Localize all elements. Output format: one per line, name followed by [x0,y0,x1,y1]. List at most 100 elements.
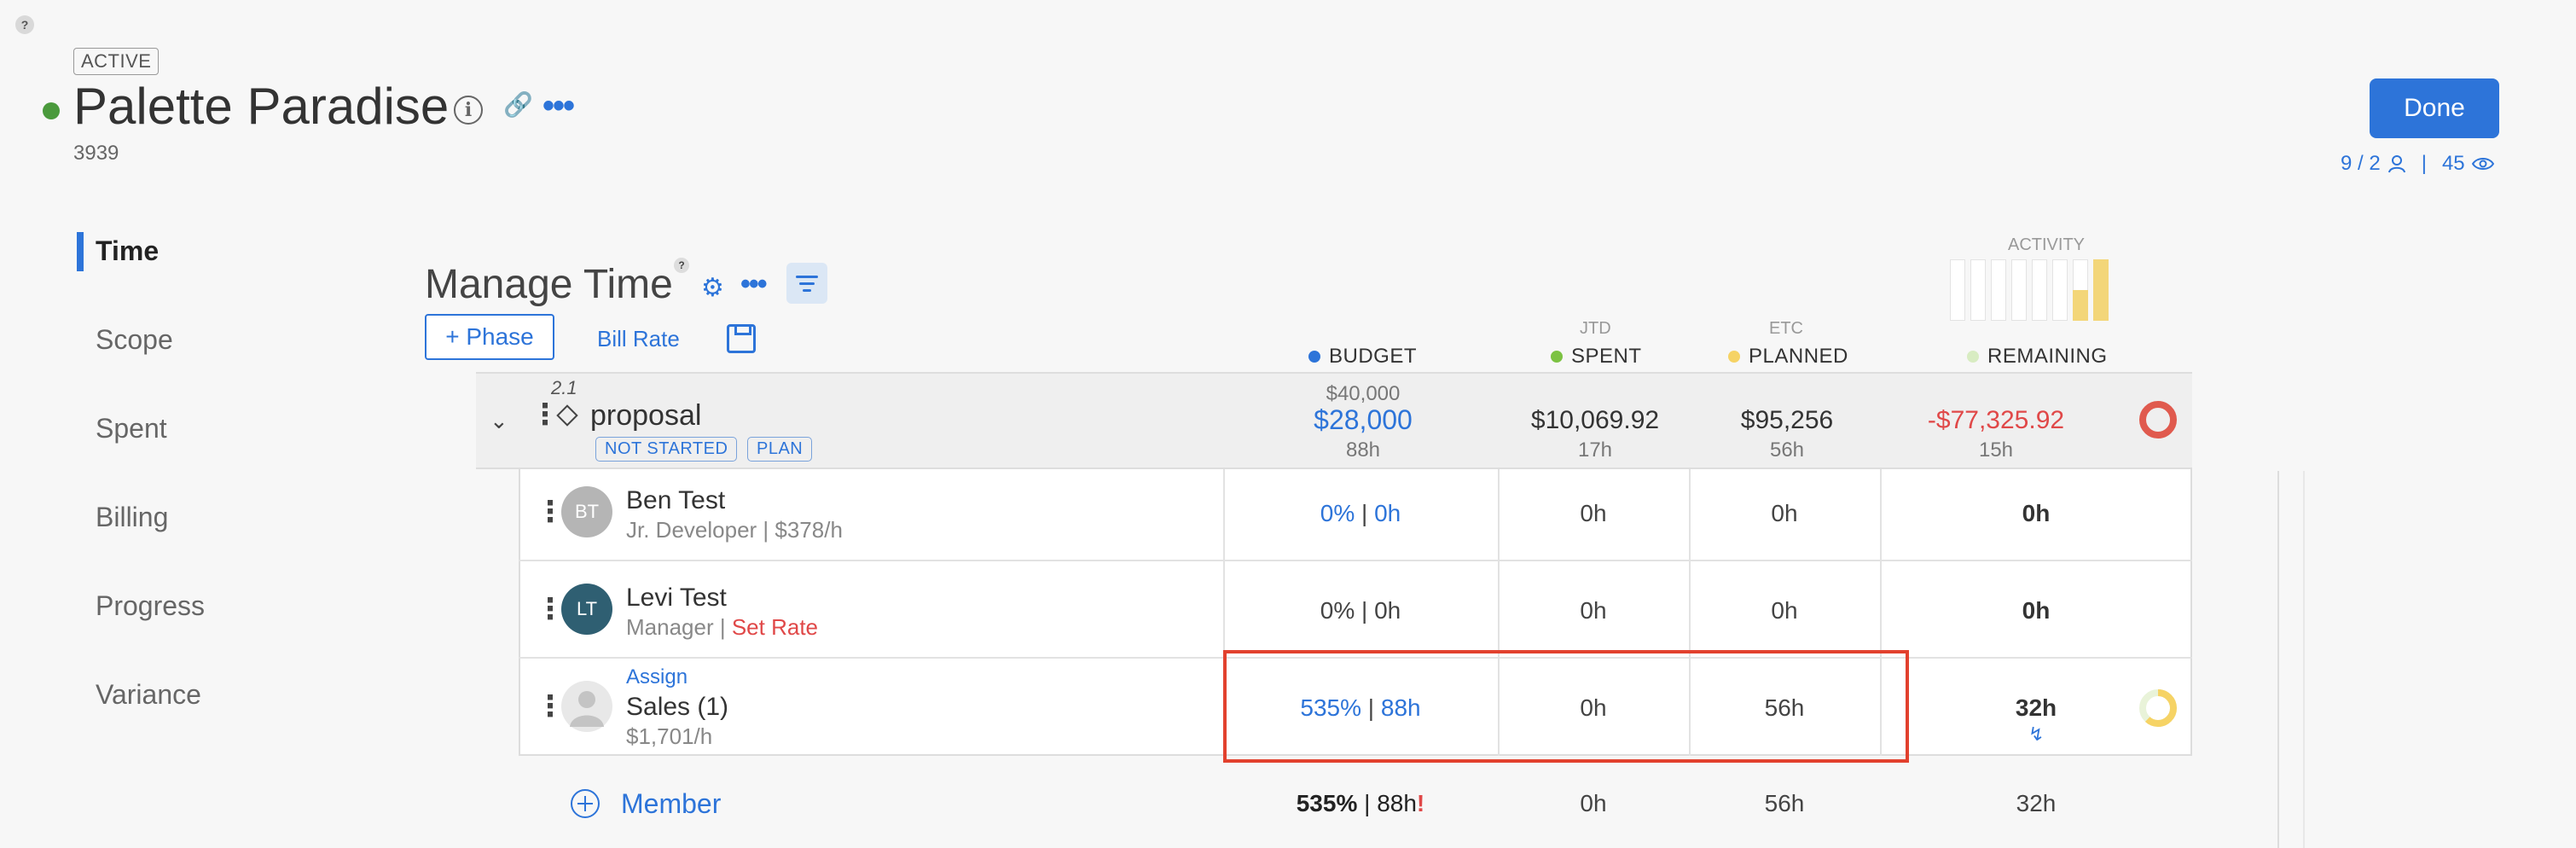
chevron-down-icon[interactable]: ⌄ [490,408,508,434]
budget-column-header: BUDGET [1308,345,1417,369]
planned-dot [1728,351,1740,363]
activity-bar-fill [2093,259,2109,321]
project-more-icon[interactable]: ••• [542,87,575,125]
phase-remaining-amount: -$77,325.92 [1927,406,2065,434]
manage-time-help-icon[interactable]: ? [674,258,689,273]
spent-column-label: SPENT [1571,345,1642,368]
row-divider [519,560,2192,561]
nav-item-variance[interactable]: Variance [96,679,201,711]
activity-bar [1991,259,2006,321]
manage-time-more-icon[interactable]: ••• [740,268,768,301]
total-budget: 535% | 88h! [1296,790,1425,816]
eye-icon [2471,158,2494,170]
member-budget[interactable]: 0% | 0h [1223,500,1498,527]
activity-bar [2011,259,2027,321]
member-kebab-icon[interactable]: ⋮ [536,592,565,626]
member-rate: $1,701/h [626,723,713,749]
phase-spent-hours: 17h [1577,439,1613,462]
planned-column-header: PLANNED [1728,345,1848,369]
member-budget-pct: 0% [1320,500,1355,526]
spent-column-sub: JTD [1580,319,1611,338]
scroll-track[interactable] [2303,471,2305,848]
member-role-text: Jr. Developer [626,517,757,543]
member-role-text: Manager [626,614,714,640]
info-icon[interactable]: i [454,96,483,125]
phase-budget-amount[interactable]: $28,000 [1235,404,1491,436]
member-planned[interactable]: 0h [1689,597,1880,624]
member-budget-pct: 0% [1320,597,1355,624]
add-phase-button[interactable]: + Phase [425,314,554,360]
spent-column-header: SPENT [1551,345,1642,369]
total-spent: 0h [1580,790,1607,816]
member-planned[interactable]: 0h [1689,500,1880,527]
activity-bar [2052,259,2068,321]
total-budget-pct: 535% [1296,790,1358,816]
phase-remaining-donut-icon [2139,401,2177,439]
spent-dot [1551,351,1563,363]
remaining-donut-icon [2139,689,2177,727]
member-budget[interactable]: 0% | 0h [1223,597,1498,624]
manage-time-title: Manage Time [425,262,673,307]
lightning-icon[interactable]: ↯ [2028,723,2044,746]
nav-item-time[interactable]: Time [96,235,159,267]
views-stat: 45 [2441,152,2465,175]
help-icon[interactable]: ? [15,15,34,34]
member-kebab-icon[interactable]: ⋮ [536,689,565,723]
budget-column-label: BUDGET [1329,345,1418,368]
member-name[interactable]: Sales (1) [626,693,728,722]
members-stat: 9 / 2 [2341,152,2381,175]
member-role: Jr. Developer | $378/h [626,517,843,543]
selection-highlight [1223,650,1909,763]
settings-gear-icon[interactable]: ⚙ [701,273,724,303]
project-number: 3939 [73,142,119,165]
member-budget-hours: 0h [1374,500,1401,526]
member-name[interactable]: Levi Test [626,584,727,613]
total-remaining: 32h [2016,790,2057,816]
phase-spent-amount: $10,069.92 [1530,406,1660,434]
member-role: Manager | Set Rate [626,614,818,640]
total-budget-hours: 88h [1377,790,1417,816]
phase-remaining-hours: 15h [1978,439,2014,462]
phase-number: 2.1 [551,377,577,398]
add-member-plus-icon[interactable] [570,788,600,819]
stats-separator: | [2421,152,2427,175]
total-planned: 56h [1764,790,1805,816]
bill-rate-link[interactable]: Bill Rate [597,326,680,352]
set-rate-link[interactable]: Set Rate [732,614,818,640]
phase-planned-hours: 56h [1769,439,1805,462]
activity-label: ACTIVITY [2008,235,2086,254]
avatar: BT [561,486,612,537]
nav-item-progress[interactable]: Progress [96,590,205,622]
nav-item-scope[interactable]: Scope [96,324,173,356]
member-spent: 0h [1580,500,1607,526]
phase-status-tag[interactable]: NOT STARTED [595,437,738,462]
phase-name[interactable]: proposal [590,399,701,433]
nav-item-spent[interactable]: Spent [96,413,167,444]
filter-icon[interactable] [786,263,827,304]
nav-item-billing[interactable]: Billing [96,502,168,533]
remaining-dot [1967,351,1979,363]
scroll-track[interactable] [2277,471,2279,848]
member-name[interactable]: Ben Test [626,486,725,515]
phase-plan-tag[interactable]: PLAN [747,437,813,462]
placeholder-avatar-icon [561,681,612,732]
warning-icon: ! [1416,790,1425,816]
add-member-button[interactable]: Member [621,788,721,820]
assign-link[interactable]: Assign [626,665,688,689]
save-icon[interactable] [727,324,756,353]
phase-budget-hours: 88h [1345,439,1381,462]
activity-bar [1970,259,1986,321]
budget-dot [1308,351,1320,363]
remaining-column-header: REMAINING [1967,345,2108,369]
member-kebab-icon[interactable]: ⋮ [536,495,565,529]
project-status-badge: ACTIVE [73,48,160,75]
project-title: Palette Paradise [73,78,450,135]
done-button[interactable]: Done [2370,78,2499,138]
link-icon[interactable]: 🔗 [503,90,533,119]
activity-bar [2032,259,2047,321]
avatar: LT [561,584,612,635]
project-stats[interactable]: 9 / 2 | 45 [2341,152,2494,176]
member-rate: $378/h [775,517,843,543]
phase-kebab-icon[interactable]: ⋮ [531,398,560,432]
phase-budget-total: $40,000 [1326,382,1401,405]
